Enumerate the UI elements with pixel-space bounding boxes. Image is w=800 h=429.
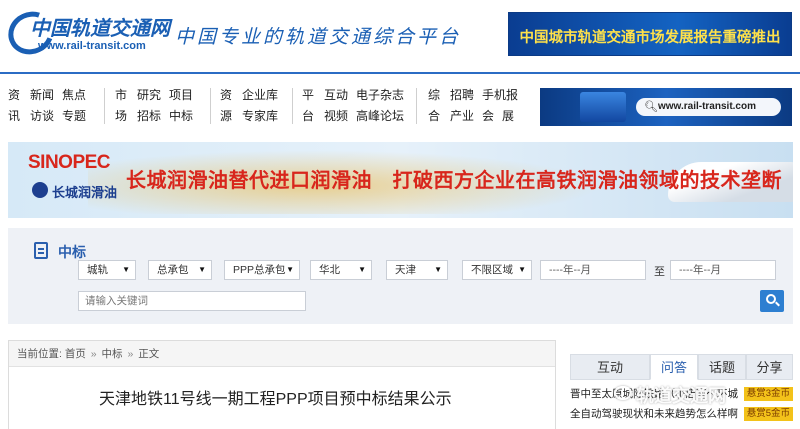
site-logo[interactable]: 中国轨道交通网 www.rail-transit.com (1, 4, 170, 62)
filter-title: 中标 (58, 244, 86, 260)
breadcrumb-current: 正文 (138, 348, 160, 360)
dropdown-arrow-icon: ▼ (122, 265, 130, 274)
site-search-banner[interactable]: 🔍︎ www.rail-transit.com (540, 88, 792, 126)
logo-text-en: www.rail-transit.com (38, 40, 146, 52)
nav-link[interactable]: 项目 (169, 88, 193, 102)
site-header: 中国轨道交通网 www.rail-transit.com 中国专业的轨道交通综合… (0, 0, 800, 72)
tab-share[interactable]: 分享 (746, 354, 793, 380)
wechat-watermark: 轨道交通网 (636, 386, 726, 406)
banner-search-field[interactable]: 🔍︎ www.rail-transit.com (636, 98, 781, 116)
nav-category: 市场 (115, 88, 128, 123)
nav-category: 综合 (428, 88, 441, 123)
nav-link[interactable]: 中标 (169, 109, 193, 123)
document-icon (34, 242, 48, 259)
banner-url-text: www.rail-transit.com (658, 101, 756, 112)
nav-divider (416, 88, 417, 124)
keyword-input[interactable]: 请输入关键词 (78, 291, 306, 311)
select-city[interactable]: 天津 ▼ (386, 260, 448, 280)
nav-link[interactable]: 视频 (324, 109, 348, 123)
nav-link[interactable]: 会 (482, 109, 494, 123)
breadcrumb-bid[interactable]: 中标 (102, 348, 123, 360)
breadcrumb-separator: » (90, 348, 97, 360)
select-contract-type[interactable]: 总承包 ▼ (148, 260, 212, 280)
nav-link[interactable]: 新闻 (30, 88, 54, 102)
dropdown-arrow-icon: ▼ (518, 265, 526, 274)
great-wall-logo-icon (32, 182, 48, 198)
select-value: 天津 (395, 264, 416, 276)
breadcrumb-separator: » (127, 348, 134, 360)
ad-slogan: 长城润滑油替代进口润滑油 打破西方企业在高铁润滑油领域的技术垄断 (126, 170, 782, 192)
reward-badge: 悬赏3金币 (743, 387, 793, 401)
report-banner[interactable]: 中国城市轨道交通市场发展报告重磅推出 (508, 12, 792, 56)
tab-topics[interactable]: 话题 (698, 354, 746, 380)
nav-divider (292, 88, 293, 124)
tab-qa[interactable]: 问答 (650, 354, 698, 380)
tab-interaction[interactable]: 互动 (570, 354, 650, 380)
nav-link[interactable]: 专题 (62, 109, 86, 123)
header-divider (0, 72, 800, 74)
nav-link[interactable]: 专家库 (242, 109, 278, 123)
select-ppp-type[interactable]: PPP总承包 ▼ (224, 260, 300, 280)
select-value: 不限区域 (471, 264, 513, 276)
breadcrumb-prefix: 当前位置: (17, 348, 62, 360)
bid-filter-panel: 中标 城轨 ▼ 总承包 ▼ PPP总承包 ▼ 华北 ▼ 天津 ▼ 不限区域 ▼ ----年-… (8, 228, 793, 324)
nav-link[interactable]: 招标 (137, 109, 161, 123)
nav-category: 平台 (302, 88, 315, 123)
reward-badge: 悬赏5金币 (743, 407, 793, 421)
search-button[interactable] (760, 290, 784, 312)
nav-divider (210, 88, 211, 124)
businessman-figure-icon (580, 92, 626, 122)
select-area[interactable]: 不限区域 ▼ (462, 260, 532, 280)
select-value: 华北 (319, 264, 340, 276)
dropdown-arrow-icon: ▼ (286, 265, 294, 274)
date-from-field[interactable]: ----年--月 (540, 260, 646, 280)
qa-question: 全自动驾驶现状和未来趋势怎么样啊 (570, 408, 738, 420)
select-value: 城轨 (87, 264, 108, 276)
breadcrumb-home[interactable]: 首页 (65, 348, 86, 360)
nav-divider (104, 88, 105, 124)
nav-link[interactable]: 研究 (137, 88, 161, 102)
nav-link[interactable]: 招聘 (450, 88, 474, 102)
search-icon: 🔍︎ (644, 101, 658, 113)
article-panel: 当前位置: 首页 » 中标 » 正文 天津地铁11号线一期工程PPP项目预中标结… (8, 340, 556, 429)
nav-link[interactable]: 访谈 (30, 109, 54, 123)
select-value: PPP总承包 (233, 264, 286, 276)
wechat-icon (614, 386, 632, 400)
nav-link[interactable]: 企业库 (242, 88, 278, 102)
select-rail-type[interactable]: 城轨 ▼ (78, 260, 136, 280)
nav-link[interactable]: 产业 (450, 109, 474, 123)
date-range-separator: 至 (654, 266, 665, 278)
dropdown-arrow-icon: ▼ (434, 265, 442, 274)
nav-link[interactable]: 电子杂志 (356, 88, 404, 102)
select-region[interactable]: 华北 ▼ (310, 260, 372, 280)
select-value: 总承包 (157, 264, 189, 276)
site-slogan: 中国专业的轨道交通综合平台 (175, 26, 462, 48)
nav-category: 资源 (220, 88, 233, 123)
breadcrumb: 当前位置: 首页 » 中标 » 正文 (9, 341, 555, 367)
nav-link[interactable]: 高峰论坛 (356, 109, 404, 123)
article-title: 天津地铁11号线一期工程PPP项目预中标结果公示 (99, 391, 452, 408)
sinopec-logo: SINOPEC (28, 152, 111, 173)
logo-text-cn: 中国轨道交通网 (30, 18, 170, 40)
ad-brand-cn: 长城润滑油 (52, 185, 118, 200)
nav-link[interactable]: 手机报 (482, 88, 518, 102)
nav-category: 资讯 (8, 88, 21, 123)
dropdown-arrow-icon: ▼ (198, 265, 206, 274)
report-banner-text: 中国城市轨道交通市场发展报告重磅推出 (519, 30, 781, 46)
dropdown-arrow-icon: ▼ (358, 265, 366, 274)
nav-link[interactable]: 展 (502, 109, 514, 123)
sidebar-tabs: 互动 问答 话题 分享 (570, 354, 793, 380)
nav-link[interactable]: 互动 (324, 88, 348, 102)
date-to-field[interactable]: ----年--月 (670, 260, 776, 280)
nav-link[interactable]: 焦点 (62, 88, 86, 102)
lubricant-ad-banner[interactable]: SINOPEC 长城润滑油 长城润滑油替代进口润滑油 打破西方企业在高铁润滑油领… (8, 142, 793, 218)
